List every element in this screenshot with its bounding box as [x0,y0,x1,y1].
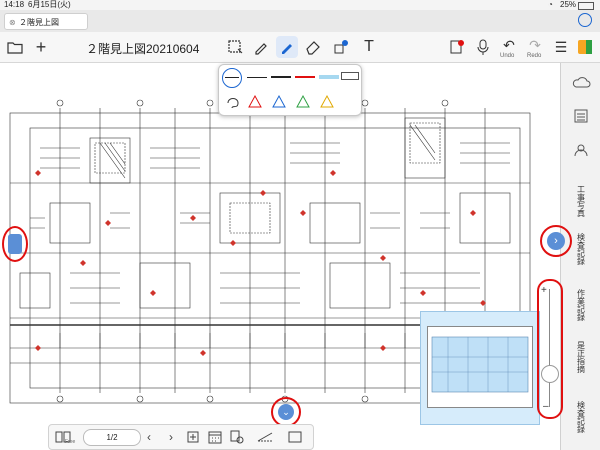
wifi-icon: ◔ [548,0,553,9]
zoom-out-icon[interactable]: – [543,401,549,412]
cloud-sync-icon[interactable] [561,69,600,95]
ruler-icon[interactable] [341,72,359,80]
frame-icon[interactable] [287,429,303,445]
status-date: 6月15日(火) [28,0,71,9]
status-battery: 25% [560,0,577,9]
red-triangle-pen-icon[interactable] [247,93,263,114]
chevron-right-icon[interactable]: › [547,232,565,250]
page-search-icon[interactable] [229,429,245,445]
zoom-thumb[interactable] [541,365,559,383]
history-icon[interactable] [578,13,592,27]
lasso-pen-icon[interactable] [225,93,241,114]
lasso-select-icon[interactable] [224,36,246,58]
right-panel-item-1[interactable]: 工事写真 [561,181,600,221]
bottom-toolbar: Free 1/2 ‹ › [48,424,314,450]
line-width-thick-option[interactable] [271,76,291,78]
right-panel-item-4[interactable]: 是正指摘 [561,337,600,377]
line-width-medium-option[interactable] [247,77,267,78]
minimap[interactable] [420,311,540,425]
close-tab-icon[interactable]: ⊗ [9,14,16,31]
team-icon[interactable] [561,137,600,163]
left-panel-toggle-highlight [2,226,28,262]
zoom-in-icon[interactable]: + [541,285,547,296]
ruler-measure-icon[interactable] [257,429,273,445]
status-bar: 14:18 6月15日(火) ◔ 25% [0,0,600,10]
next-page-icon[interactable]: › [163,429,179,445]
add-icon[interactable]: + [30,36,52,58]
list-icon[interactable] [561,103,600,129]
left-panel-toggle-button[interactable] [8,234,22,254]
line-width-thin-option[interactable] [222,68,242,88]
redo-label: Redo [527,53,542,59]
previous-page-icon[interactable]: ‹ [141,429,157,445]
zoom-slider[interactable]: + – [537,279,563,419]
right-panel-item-3[interactable]: 作業記録 [561,281,600,329]
battery-icon [578,2,594,10]
undo-label: Undo [500,53,515,59]
pen-icon[interactable] [276,36,298,58]
note-stamp-icon[interactable] [446,36,468,58]
eraser-icon[interactable] [302,36,324,58]
free-label: Free [65,439,76,445]
document-tab[interactable]: ⊗ ２階見上図20210604 [4,13,88,44]
green-triangle-pen-icon[interactable] [295,93,311,114]
yellow-triangle-pen-icon[interactable] [319,93,335,114]
page-indicator[interactable]: 1/2 [83,429,141,446]
app-icon[interactable] [574,36,596,58]
text-tool-icon[interactable]: T [358,36,380,58]
add-page-icon[interactable] [185,429,201,445]
status-time: 14:18 [4,0,25,9]
pen-options-panel [218,64,362,116]
blue-triangle-pen-icon[interactable] [271,93,287,114]
bottom-toggle-highlight: ⌄ [271,397,301,427]
folder-icon[interactable] [4,36,26,58]
right-panel-item-5[interactable]: 検査記録 [561,393,600,441]
tab-bar: ⊗ ２階見上図20210604 [0,10,600,44]
chevron-down-icon[interactable]: ⌄ [278,404,294,420]
zoom-track [549,289,550,407]
right-panel-toggle-highlight: › [540,225,572,257]
highlighter-option[interactable] [319,75,339,79]
minimap-preview [427,326,533,408]
document-title: ２階見上図20210604 [86,42,200,56]
menu-icon[interactable]: ☰ [550,36,572,58]
shape-stamp-icon[interactable] [330,36,352,58]
toolbar: + ２階見上図20210604 T ↶ Undo ↷ Redo ☰ [0,32,600,63]
right-side-panel: 工事写真 検査記録 作業記録 是正指摘 検査記録 [560,63,600,450]
calendar-icon[interactable] [207,429,223,445]
microphone-icon[interactable] [472,36,494,58]
marker-icon[interactable] [250,36,272,58]
red-pen-option[interactable] [295,76,315,78]
